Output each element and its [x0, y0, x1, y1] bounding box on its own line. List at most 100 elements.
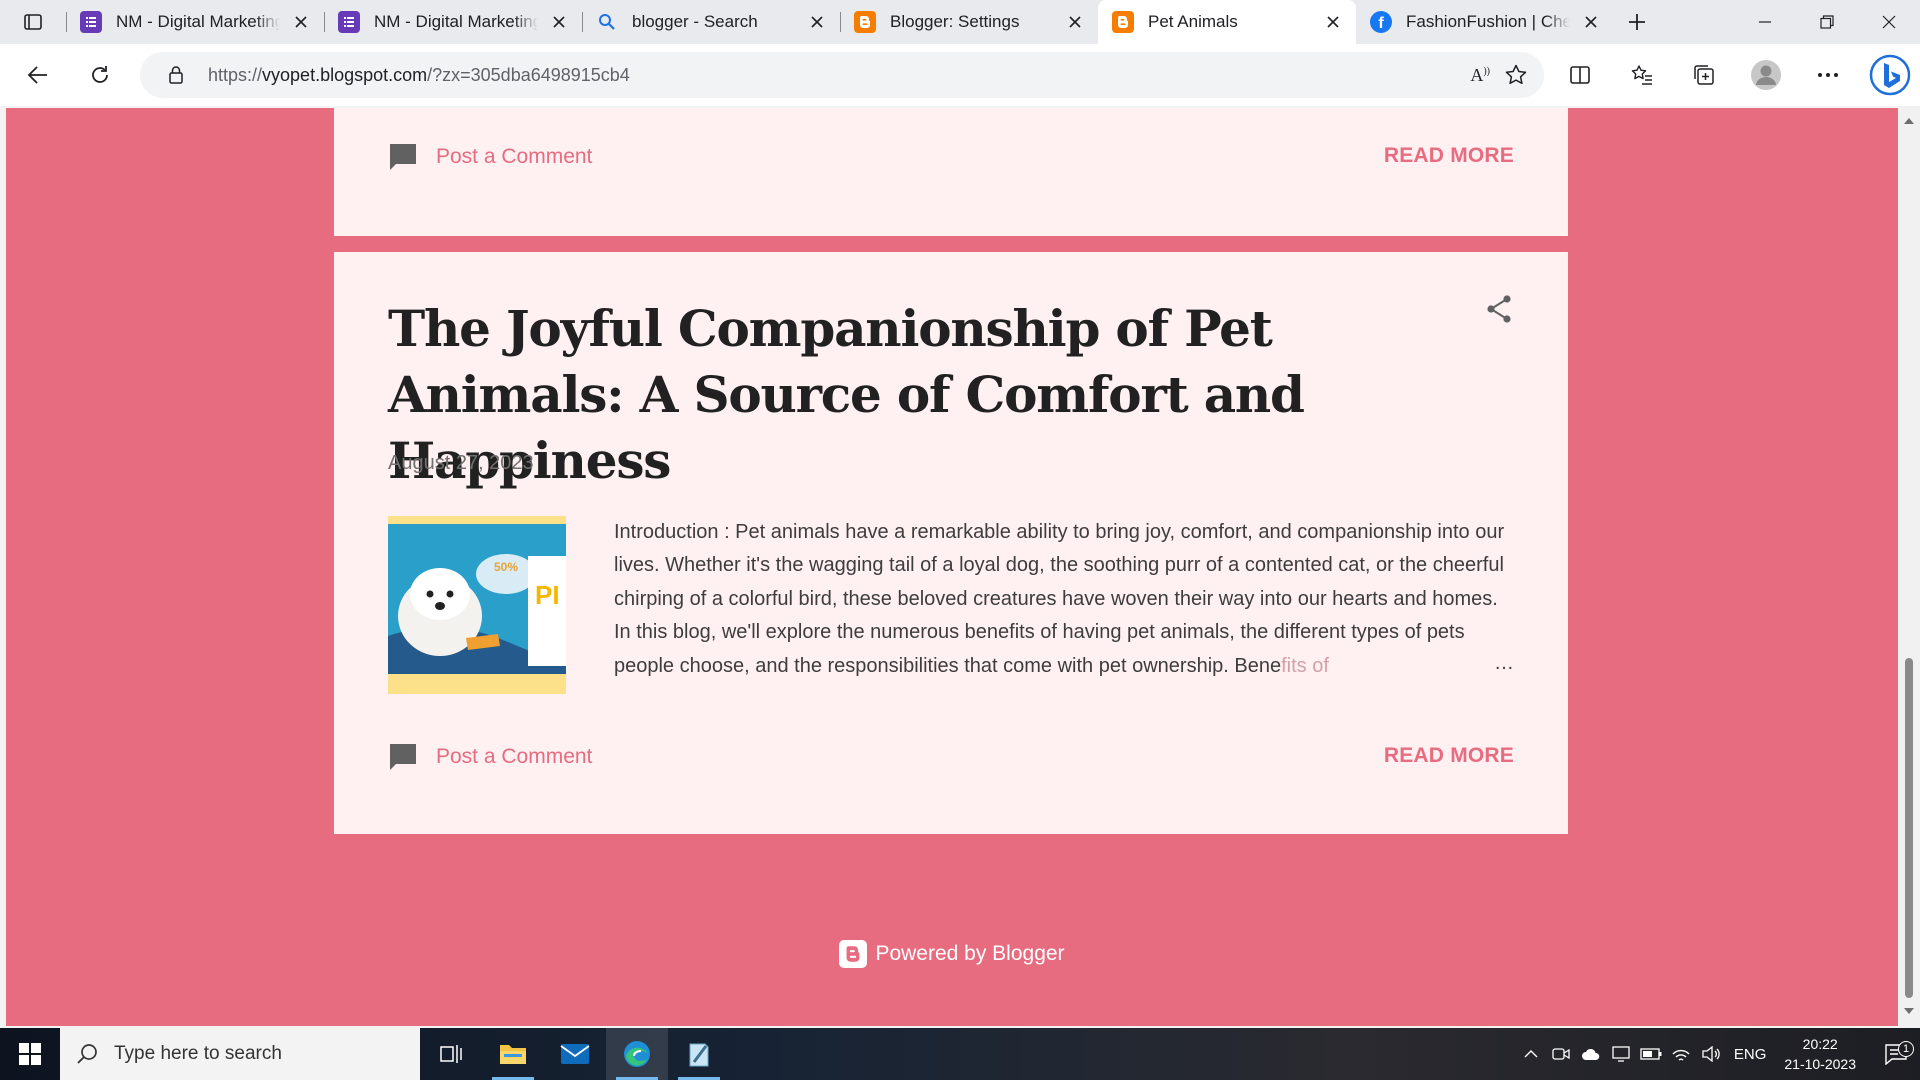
favorites-list-icon — [1631, 65, 1652, 85]
close-tab-icon[interactable] — [1580, 11, 1602, 33]
tab-nm-digital-marketing-2[interactable]: NM - Digital Marketing — [324, 0, 582, 44]
tab-strip: NM - Digital Marketing NM - Digital Mark… — [0, 0, 1920, 44]
tab-title: Pet Animals — [1148, 12, 1238, 31]
blogger-icon — [1112, 11, 1134, 33]
tab-title: FashionFushion | Chennai — [1406, 12, 1570, 31]
browser-toolbar: https://vyopet.blogspot.com/?zx=305dba64… — [0, 44, 1920, 106]
taskbar-search-box[interactable]: Type here to search — [60, 1028, 420, 1080]
back-button[interactable] — [16, 53, 60, 97]
scroll-up-arrow-icon[interactable] — [1903, 116, 1915, 126]
bing-icon — [1869, 54, 1911, 96]
notification-count-badge: 1 — [1898, 1041, 1914, 1057]
volume-icon[interactable] — [1696, 1046, 1726, 1062]
search-icon — [76, 1043, 98, 1065]
notepad-icon — [689, 1043, 709, 1067]
scrollbar-thumb[interactable] — [1905, 658, 1913, 998]
share-icon[interactable] — [1484, 294, 1514, 324]
tab-blogger-search[interactable]: blogger - Search — [582, 0, 840, 44]
blog-page: Post a Comment READ MORE The Joyful Comp… — [6, 108, 1898, 1026]
powered-by-blogger-link[interactable]: Powered by Blogger — [6, 940, 1898, 968]
mail-app[interactable] — [544, 1028, 606, 1080]
page-scrollbar[interactable] — [1898, 106, 1920, 1028]
tab-actions-icon — [24, 14, 42, 30]
post-comment-link[interactable]: Post a Comment — [388, 742, 592, 772]
favorite-star-icon[interactable] — [1504, 63, 1528, 87]
previous-post-card: Post a Comment READ MORE — [334, 108, 1568, 236]
clock[interactable]: 20:22 21-10-2023 — [1784, 1034, 1856, 1074]
forms-icon — [338, 11, 360, 33]
folder-icon — [500, 1045, 526, 1064]
notepad-app[interactable] — [668, 1028, 730, 1080]
display-icon[interactable] — [1606, 1046, 1636, 1062]
blogger-icon — [854, 11, 876, 33]
avatar — [1751, 60, 1781, 90]
task-view-icon — [440, 1045, 462, 1063]
profile-button[interactable] — [1744, 53, 1788, 97]
close-tab-icon[interactable] — [548, 11, 570, 33]
post-thumbnail[interactable]: 50% PI — [388, 516, 566, 694]
read-more-link[interactable]: READ MORE — [1384, 144, 1514, 168]
start-button[interactable] — [0, 1028, 60, 1080]
taskbar-search-placeholder: Type here to search — [114, 1043, 282, 1064]
minimize-button[interactable] — [1734, 0, 1796, 44]
close-icon — [1882, 15, 1896, 29]
close-tab-icon[interactable] — [290, 11, 312, 33]
close-tab-icon[interactable] — [1064, 11, 1086, 33]
collections-button[interactable] — [1682, 53, 1726, 97]
clock-time: 20:22 — [1802, 1036, 1838, 1052]
more-dots-icon — [1818, 73, 1838, 77]
post-snippet: Introduction : Pet animals have a remark… — [614, 521, 1505, 677]
settings-more-button[interactable] — [1806, 53, 1850, 97]
lock-icon[interactable] — [164, 65, 188, 85]
edge-browser-app[interactable] — [606, 1028, 668, 1080]
close-tab-icon[interactable] — [806, 11, 828, 33]
forms-icon — [80, 11, 102, 33]
read-more-link[interactable]: READ MORE — [1384, 744, 1514, 768]
split-screen-icon — [1570, 66, 1590, 84]
notification-center-button[interactable]: 1 — [1872, 1041, 1920, 1065]
blogger-icon — [839, 940, 868, 968]
close-tab-icon[interactable] — [1322, 11, 1344, 33]
tab-title: NM - Digital Marketing — [116, 12, 280, 31]
post-date[interactable]: August 27, 2023 — [388, 452, 534, 475]
comment-icon — [390, 744, 416, 770]
tab-nm-digital-marketing-1[interactable]: NM - Digital Marketing — [66, 0, 324, 44]
tab-pet-animals[interactable]: Pet Animals — [1098, 0, 1356, 44]
refresh-button[interactable] — [78, 53, 122, 97]
read-aloud-icon[interactable]: A)) — [1470, 65, 1490, 86]
close-window-button[interactable] — [1858, 0, 1920, 44]
post-title[interactable]: The Joyful Companionship of Pet Animals:… — [388, 296, 1468, 494]
new-tab-button[interactable] — [1614, 0, 1660, 44]
tab-title: NM - Digital Marketing — [374, 12, 538, 31]
split-screen-button[interactable] — [1558, 53, 1602, 97]
restore-button[interactable] — [1796, 0, 1858, 44]
post-comment-link[interactable]: Post a Comment — [388, 142, 592, 172]
task-view-button[interactable] — [420, 1028, 482, 1080]
refresh-icon — [92, 66, 108, 83]
post-comment-label: Post a Comment — [436, 745, 593, 768]
tab-blogger-settings[interactable]: Blogger: Settings — [840, 0, 1098, 44]
input-language[interactable]: ENG — [1734, 1046, 1767, 1063]
tab-actions-button[interactable] — [0, 0, 66, 44]
clock-date: 21-10-2023 — [1784, 1056, 1856, 1072]
wifi-icon[interactable] — [1666, 1046, 1696, 1062]
comment-icon — [390, 144, 416, 170]
address-bar[interactable]: https://vyopet.blogspot.com/?zx=305dba64… — [140, 52, 1544, 98]
bing-copilot-button[interactable] — [1868, 53, 1912, 97]
tab-fashionfushion[interactable]: f FashionFushion | Chennai — [1356, 0, 1614, 44]
thumb-badge-text: 50% — [494, 560, 518, 574]
tab-title: Blogger: Settings — [890, 12, 1020, 31]
show-hidden-icons-chevron-icon[interactable] — [1516, 1049, 1546, 1059]
system-tray: ENG 20:22 21-10-2023 1 — [1516, 1028, 1920, 1080]
favorites-button[interactable] — [1620, 53, 1664, 97]
minimize-icon — [1759, 21, 1771, 23]
thumb-brand-text: PI — [535, 580, 560, 610]
facebook-icon: f — [1370, 11, 1392, 33]
windows-taskbar: Type here to search ENG 20:22 21-10-2023… — [0, 1028, 1920, 1080]
meet-now-icon[interactable] — [1546, 1046, 1576, 1062]
file-explorer-app[interactable] — [482, 1028, 544, 1080]
cloud-sync-icon[interactable] — [1576, 1047, 1606, 1061]
url-text[interactable]: https://vyopet.blogspot.com/?zx=305dba64… — [208, 65, 630, 86]
battery-icon[interactable] — [1636, 1048, 1666, 1060]
scroll-down-arrow-icon[interactable] — [1903, 1006, 1915, 1016]
